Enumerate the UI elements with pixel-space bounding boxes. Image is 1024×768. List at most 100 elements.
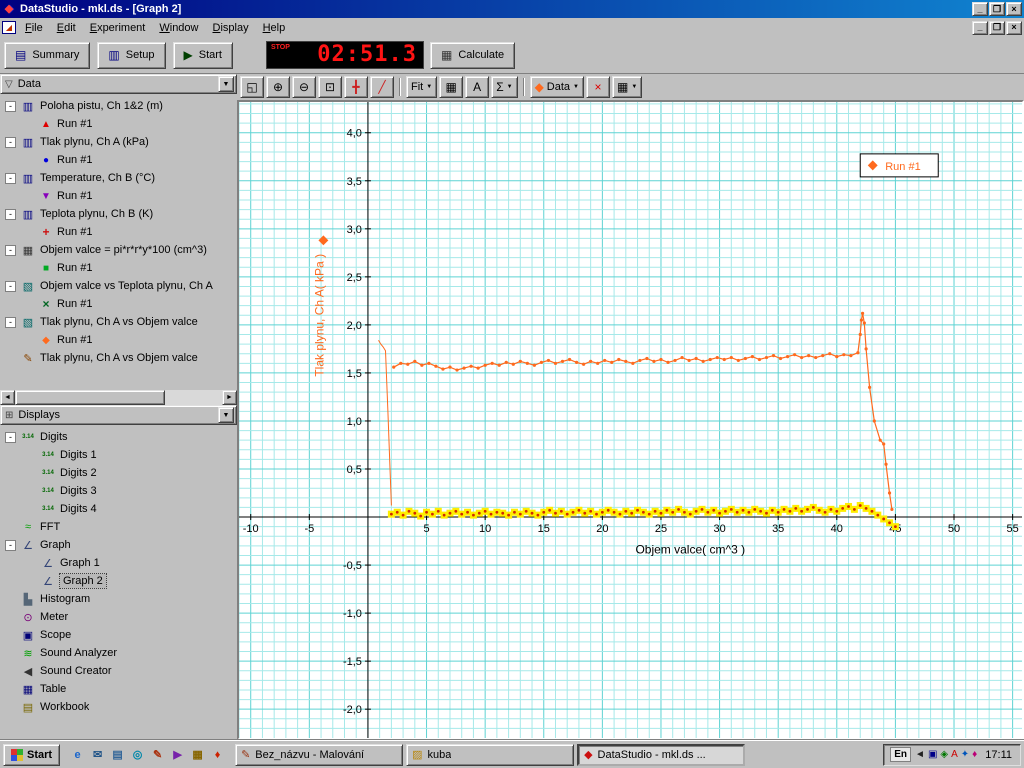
- volume-icon[interactable]: ◄: [915, 749, 925, 760]
- antivirus-icon[interactable]: A: [951, 749, 958, 760]
- slope-tool-button[interactable]: ╱: [370, 76, 394, 98]
- display-item[interactable]: 3.14Digits 2: [0, 464, 237, 482]
- expand-box-icon[interactable]: -: [5, 137, 16, 148]
- delete-display-button[interactable]: ×: [586, 76, 610, 98]
- menu-display[interactable]: Display: [206, 20, 256, 36]
- expand-box-icon[interactable]: -: [5, 540, 16, 551]
- data-menu-button[interactable]: ◆Data▼: [530, 76, 584, 98]
- menu-file[interactable]: File: [18, 20, 50, 36]
- display-settings-icon[interactable]: ▣: [928, 749, 937, 760]
- display-item[interactable]: 3.14Digits 1: [0, 446, 237, 464]
- data-panel-dropdown-arrow-icon[interactable]: ▼: [218, 76, 234, 92]
- display-item[interactable]: ⊙Meter: [0, 608, 237, 626]
- task-button[interactable]: ✎Bez_názvu - Malování: [235, 744, 403, 766]
- browser-icon[interactable]: ♦: [209, 746, 226, 763]
- expand-box-icon[interactable]: -: [5, 101, 16, 112]
- windows-start-button[interactable]: Start: [3, 744, 60, 766]
- data-item[interactable]: -▧Objem valce vs Teplota plynu, Ch A: [0, 277, 237, 295]
- pcsuite-icon[interactable]: ♦: [972, 749, 977, 760]
- notes-icon[interactable]: ▦: [189, 746, 206, 763]
- expand-box-icon[interactable]: -: [5, 173, 16, 184]
- display-item[interactable]: ∠Graph 1: [0, 554, 237, 572]
- display-item[interactable]: 3.14Digits 4: [0, 500, 237, 518]
- scroll-right-icon[interactable]: ►: [222, 390, 237, 405]
- task-button[interactable]: ▨kuba: [406, 744, 574, 766]
- display-item-selected[interactable]: ∠Graph 2: [0, 572, 237, 590]
- maximize-button[interactable]: ❐: [989, 2, 1005, 16]
- data-item[interactable]: -▥Poloha pistu, Ch 1&2 (m): [0, 97, 237, 115]
- display-item[interactable]: -3.14Digits: [0, 428, 237, 446]
- display-item[interactable]: ≋Sound Analyzer: [0, 644, 237, 662]
- display-item[interactable]: ▙Histogram: [0, 590, 237, 608]
- data-run-item[interactable]: ▼Run #1: [0, 187, 237, 205]
- media-player-icon[interactable]: ▶: [169, 746, 186, 763]
- expand-box-icon[interactable]: -: [5, 209, 16, 220]
- menu-edit[interactable]: Edit: [50, 20, 83, 36]
- show-desktop-icon[interactable]: ▤: [109, 746, 126, 763]
- close-button[interactable]: ×: [1006, 2, 1022, 16]
- zoom-out-button[interactable]: ⊖: [292, 76, 316, 98]
- scale-to-fit-button[interactable]: ◱: [240, 76, 264, 98]
- expand-box-icon[interactable]: -: [5, 432, 16, 443]
- expand-box-icon[interactable]: -: [5, 281, 16, 292]
- scrollbar-thumb[interactable]: [15, 390, 165, 405]
- display-item[interactable]: ▣Scope: [0, 626, 237, 644]
- start-button[interactable]: ▶ Start: [173, 42, 233, 69]
- data-run-item[interactable]: ●Run #1: [0, 151, 237, 169]
- data-item[interactable]: -▦Objem valce = pi*r*r*y*100 (cm^3): [0, 241, 237, 259]
- minimize-button[interactable]: _: [972, 2, 988, 16]
- mdi-restore-button[interactable]: ❐: [989, 21, 1005, 35]
- messenger-icon[interactable]: ✦: [961, 749, 969, 760]
- displays-panel-header[interactable]: ⊞ Displays ▼: [0, 405, 237, 425]
- displays-panel-dropdown-arrow-icon[interactable]: ▼: [218, 407, 234, 423]
- menu-help[interactable]: Help: [256, 20, 293, 36]
- channels-icon[interactable]: ◎: [129, 746, 146, 763]
- calculate-button[interactable]: ▦ Calculate: [430, 42, 515, 69]
- data-run-item[interactable]: ▲Run #1: [0, 115, 237, 133]
- display-item[interactable]: ▦Table: [0, 680, 237, 698]
- smart-tool-button[interactable]: ╋: [344, 76, 368, 98]
- data-run-item[interactable]: ■Run #1: [0, 259, 237, 277]
- paint-icon[interactable]: ✎: [149, 746, 166, 763]
- outlook-icon[interactable]: ✉: [89, 746, 106, 763]
- document-icon[interactable]: ◢: [2, 21, 16, 34]
- mdi-close-button[interactable]: ×: [1006, 21, 1022, 35]
- scroll-left-icon[interactable]: ◄: [0, 390, 15, 405]
- data-run-item[interactable]: ×Run #1: [0, 295, 237, 313]
- display-item[interactable]: ▤Workbook: [0, 698, 237, 716]
- data-run-item[interactable]: +Run #1: [0, 223, 237, 241]
- language-indicator[interactable]: En: [890, 747, 911, 762]
- internet-explorer-icon[interactable]: e: [69, 746, 86, 763]
- scheduler-icon[interactable]: ◈: [940, 749, 948, 760]
- display-item[interactable]: 3.14Digits 3: [0, 482, 237, 500]
- scrollbar-track[interactable]: [165, 390, 222, 405]
- task-button[interactable]: ◆DataStudio - mkl.ds ...: [577, 744, 745, 766]
- display-item[interactable]: ◀Sound Creator: [0, 662, 237, 680]
- data-item[interactable]: -▥Tlak plynu, Ch A (kPa): [0, 133, 237, 151]
- data-item[interactable]: -▥Temperature, Ch B (°C): [0, 169, 237, 187]
- display-item[interactable]: ≈FFT: [0, 518, 237, 536]
- data-tree-hscrollbar[interactable]: ◄ ►: [0, 390, 237, 405]
- text-annotation-button[interactable]: A: [465, 76, 489, 98]
- expand-box-icon[interactable]: -: [5, 245, 16, 256]
- fit-menu-button[interactable]: Fit▼: [406, 76, 437, 98]
- menu-experiment[interactable]: Experiment: [83, 20, 153, 36]
- data-item[interactable]: ✎Tlak plynu, Ch A vs Objem valce: [0, 349, 237, 367]
- data-run-item[interactable]: ◆Run #1: [0, 331, 237, 349]
- menu-window[interactable]: Window: [152, 20, 205, 36]
- display-item[interactable]: -∠Graph: [0, 536, 237, 554]
- statistics-menu-button[interactable]: Σ▼: [491, 76, 517, 98]
- summary-button[interactable]: ▤ Summary: [4, 42, 90, 69]
- expand-box-icon[interactable]: -: [5, 317, 16, 328]
- graph-settings-menu-button[interactable]: ▦▼: [612, 76, 642, 98]
- calculate-tool-button[interactable]: ▦: [439, 76, 463, 98]
- graph-canvas[interactable]: -10-55101520253035404550554,03,53,02,52,…: [239, 102, 1022, 738]
- data-item[interactable]: -▧Tlak plynu, Ch A vs Objem valce: [0, 313, 237, 331]
- data-panel-header[interactable]: ▽ Data ▼: [0, 74, 237, 94]
- plot-area[interactable]: -10-55101520253035404550554,03,53,02,52,…: [237, 100, 1024, 740]
- mdi-minimize-button[interactable]: _: [972, 21, 988, 35]
- data-item[interactable]: -▥Teplota plynu, Ch B (K): [0, 205, 237, 223]
- zoom-in-button[interactable]: ⊕: [266, 76, 290, 98]
- setup-button[interactable]: ▥ Setup: [97, 42, 165, 69]
- zoom-select-button[interactable]: ⊡: [318, 76, 342, 98]
